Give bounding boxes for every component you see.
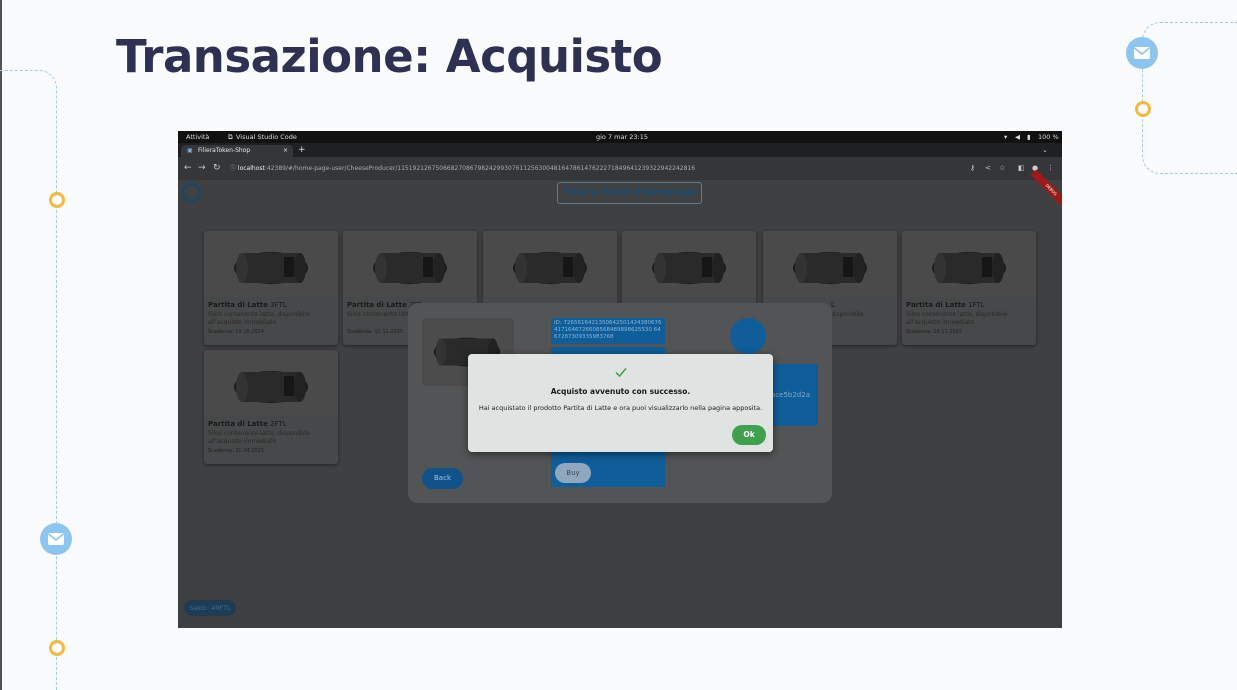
star-icon[interactable]: ☆ (999, 162, 1005, 174)
success-dialog: Acquisto avvenuto con successo. Hai acqu… (468, 354, 773, 452)
info-icon: ⓘ (230, 165, 238, 172)
product-id: ID: 726561642135064250142438067641716467… (551, 318, 665, 344)
card-image (483, 231, 617, 297)
url-field[interactable]: ⓘ localhost:42389/#/home-page-user/Chees… (230, 163, 695, 174)
ring-marker-left-bottom (49, 640, 65, 656)
app-name[interactable]: Visual Studio Code (236, 131, 297, 143)
product-card[interactable]: Partita di Latte 2FTL Silos contenente l… (204, 350, 338, 464)
os-top-bar: Attività ⧉ Visual Studio Code gio 7 mar … (178, 131, 1062, 143)
browser-tab[interactable]: ▣ FilieraToken-Shop × (181, 145, 293, 157)
card-description: Silos contenente latte, disponibile all'… (208, 430, 310, 445)
screenshot-frame: Attività ⧉ Visual Studio Code gio 7 mar … (178, 131, 1062, 628)
share-icon[interactable]: < (985, 162, 991, 174)
app-title: Filiera-Token-Homepage (557, 182, 703, 204)
ring-marker-left-top (49, 192, 65, 208)
product-card[interactable]: Partita di Latte 3FTL Silos contenente l… (204, 231, 338, 345)
menu-dots-icon[interactable]: ⋮ (1047, 162, 1054, 174)
person-avatar-icon (730, 318, 766, 354)
sidebar-icon[interactable]: ◧ (1018, 162, 1025, 174)
tank-icon (373, 252, 447, 284)
check-icon (615, 368, 627, 378)
card-expiry: Scadenza: 18.11.2025 (906, 329, 962, 335)
card-expiry: Scadenza: 20.04.2025 (208, 448, 264, 454)
back-button[interactable]: Back (422, 468, 463, 489)
url-path: :42389/#/home-page-user/CheeseProducer/1… (264, 165, 696, 172)
tank-icon (513, 252, 587, 284)
battery-icon[interactable]: ▮ (1027, 131, 1031, 143)
browser-tab-strip: ▣ FilieraToken-Shop × + ⌄ (178, 143, 1062, 157)
deco-line-left-top (0, 70, 57, 371)
flutter-app: Filiera-Token-Homepage DEBUG Partita di … (178, 169, 1062, 628)
card-name: L (831, 301, 835, 309)
card-image (343, 231, 477, 297)
slide-title: Transazione: Acquisto (116, 30, 663, 83)
card-description: Silos contenente latte, disponibile all'… (906, 311, 1008, 326)
volume-icon[interactable]: ◀ (1015, 131, 1020, 143)
card-expiry: Scadenza: 11.11.2025 (347, 329, 403, 335)
card-name: Partita di Latte 3FTL (208, 301, 287, 309)
new-tab-button[interactable]: + (298, 144, 306, 156)
tab-close-icon[interactable]: × (283, 145, 288, 157)
tank-icon (652, 252, 726, 284)
activities-button[interactable]: Attività (186, 131, 209, 143)
back-arrow-icon[interactable]: ← (184, 162, 192, 174)
favicon-icon: ▣ (187, 147, 193, 154)
ok-button[interactable]: Ok (732, 425, 766, 445)
card-image (902, 231, 1036, 297)
clock[interactable]: gio 7 mar 23:15 (596, 131, 648, 143)
dialog-message: Hai acquistato il prodotto Partita di La… (478, 404, 763, 412)
card-name: Partita di Latte 2FTL (208, 420, 287, 428)
card-description: Silos contenente latte, disponibile all'… (208, 311, 310, 326)
card-expiry: Scadenza: 19.10.2024 (208, 329, 264, 335)
tank-icon (932, 252, 1006, 284)
battery-level: 100 % (1038, 133, 1059, 141)
balance-badge: Saldo: 49FTL (184, 600, 236, 616)
card-image (763, 231, 897, 297)
wifi-icon[interactable]: ▾ (1004, 131, 1007, 143)
product-card[interactable]: Partita di Latte 1FTL Silos contenente l… (902, 231, 1036, 345)
mail-icon-right (1126, 37, 1158, 69)
url-host: localhost (237, 165, 265, 172)
vscode-icon: ⧉ (228, 133, 233, 141)
card-image (204, 350, 338, 416)
card-name: Partita di Latte 1FTL (906, 301, 985, 309)
app-logo-icon[interactable] (182, 183, 201, 202)
tank-icon (234, 371, 308, 403)
tank-icon (234, 252, 308, 284)
card-image (204, 231, 338, 297)
key-icon[interactable]: ⚷ (970, 162, 975, 174)
tab-list-chevron-icon[interactable]: ⌄ (1042, 144, 1048, 156)
tab-title: FilieraToken-Shop (198, 147, 251, 154)
mail-icon-left (40, 523, 72, 555)
reload-icon[interactable]: ↻ (213, 162, 221, 174)
card-image (622, 231, 756, 297)
ring-marker-right (1135, 101, 1151, 117)
card-description: disponibile (831, 311, 864, 318)
buy-button[interactable]: Buy (555, 463, 591, 483)
dialog-title: Acquisto avvenuto con successo. (550, 387, 691, 396)
forward-arrow-icon[interactable]: → (198, 162, 206, 174)
address-bar: ← → ↻ ⓘ localhost:42389/#/home-page-user… (178, 157, 1062, 180)
tank-icon (793, 252, 867, 284)
